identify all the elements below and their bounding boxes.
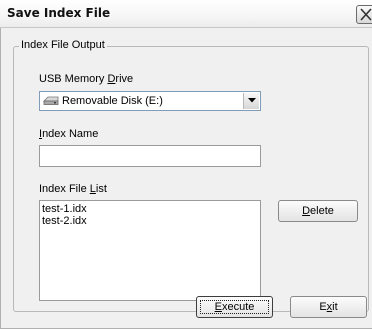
chevron-down-icon <box>248 98 256 103</box>
index-file-list-label: Index File List <box>39 183 107 195</box>
list-item[interactable]: test-1.idx <box>42 203 258 215</box>
dropdown-button[interactable] <box>243 93 259 109</box>
focus-rectangle <box>200 300 269 314</box>
delete-button[interactable]: Delete <box>278 200 358 222</box>
execute-button[interactable]: Execute <box>196 296 273 318</box>
index-name-label: Index Name <box>39 128 99 140</box>
usb-drive-label: USB Memory Drive <box>39 73 134 85</box>
save-index-dialog: Save Index File Index File Output USB Me… <box>0 0 372 329</box>
index-file-list[interactable]: test-1.idx test-2.idx <box>39 200 261 301</box>
exit-button[interactable]: Exit <box>290 296 367 318</box>
usb-drive-select[interactable]: Removable Disk (E:) <box>39 91 261 111</box>
list-item[interactable]: test-2.idx <box>42 215 258 227</box>
removable-disk-icon <box>43 96 59 105</box>
dialog-body: Index File Output USB Memory Drive Remov… <box>0 28 372 329</box>
close-icon <box>360 8 372 21</box>
group-legend: Index File Output <box>19 39 107 51</box>
index-name-input[interactable] <box>39 145 261 167</box>
close-button[interactable] <box>356 5 372 24</box>
usb-drive-selected-value: Removable Disk (E:) <box>62 95 163 107</box>
window-title: Save Index File <box>7 6 111 20</box>
title-bar[interactable]: Save Index File <box>0 0 372 28</box>
